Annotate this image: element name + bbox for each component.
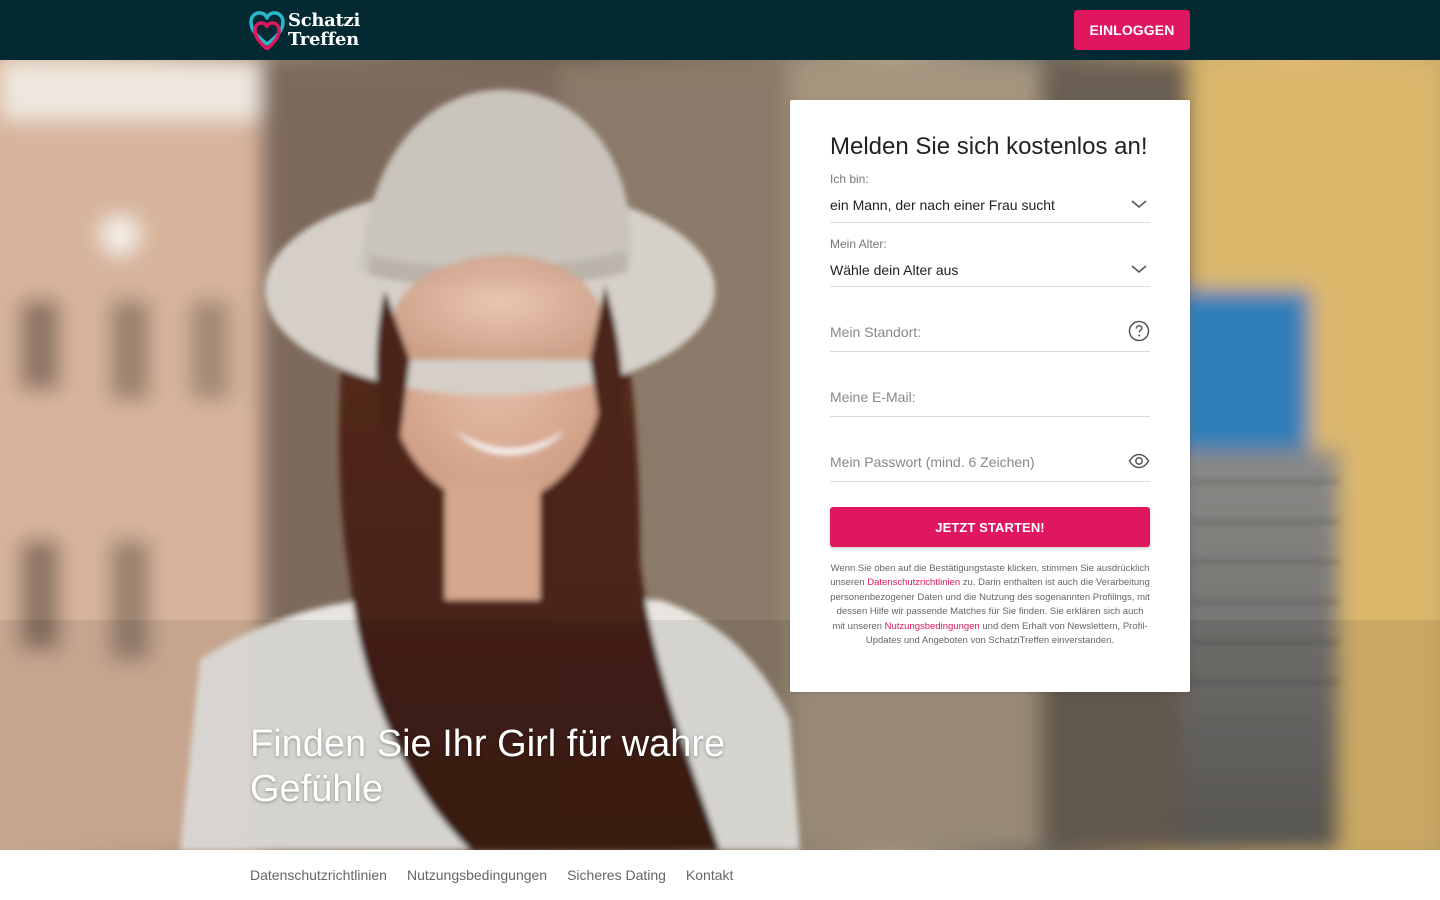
location-field[interactable]: Mein Standort: xyxy=(830,310,1150,352)
hero-section: Finden Sie Ihr Girl für wahre Gefühle xyxy=(0,60,1440,850)
password-field[interactable]: Mein Passwort (mind. 6 Zeichen) xyxy=(830,440,1150,482)
logo-line-1: Schatzi xyxy=(288,10,360,31)
footer: Datenschutzrichtlinien Nutzungsbedingung… xyxy=(0,850,1440,900)
gender-select[interactable]: Ich bin: ein Mann, der nach einer Frau s… xyxy=(830,172,1150,223)
age-value: Wähle dein Alter aus xyxy=(830,262,959,278)
registration-form: Melden Sie sich kostenlos an! Ich bin: e… xyxy=(790,100,1190,692)
footer-link-safe-dating[interactable]: Sicheres Dating xyxy=(567,867,666,883)
footer-link-terms[interactable]: Nutzungsbedingungen xyxy=(407,867,547,883)
question-circle-icon[interactable] xyxy=(1128,320,1150,342)
eye-icon[interactable] xyxy=(1128,450,1150,472)
logo-text: Schatzi Treffen xyxy=(288,11,360,49)
chevron-down-icon xyxy=(1131,200,1147,209)
email-field[interactable]: Meine E-Mail: xyxy=(830,375,1150,417)
password-placeholder: Mein Passwort (mind. 6 Zeichen) xyxy=(830,454,1035,470)
login-button[interactable]: EINLOGGEN xyxy=(1074,10,1190,50)
terms-link[interactable]: Nutzungsbedingungen xyxy=(885,621,980,632)
privacy-link[interactable]: Datenschutzrichtlinien xyxy=(867,577,960,588)
form-title: Melden Sie sich kostenlos an! xyxy=(830,133,1148,160)
footer-links: Datenschutzrichtlinien Nutzungsbedingung… xyxy=(250,867,733,883)
legal-notice: Wenn Sie oben auf die Bestätigungstaste … xyxy=(830,562,1150,648)
age-label: Mein Alter: xyxy=(830,237,887,251)
start-button[interactable]: JETZT STARTEN! xyxy=(830,507,1150,547)
heart-logo-icon xyxy=(249,11,285,50)
gender-value: ein Mann, der nach einer Frau sucht xyxy=(830,197,1055,213)
top-header: Schatzi Treffen EINLOGGEN xyxy=(0,0,1440,60)
hero-headline: Finden Sie Ihr Girl für wahre Gefühle xyxy=(250,723,726,810)
email-placeholder: Meine E-Mail: xyxy=(830,389,916,405)
age-select[interactable]: Mein Alter: Wähle dein Alter aus xyxy=(830,237,1150,287)
gender-label: Ich bin: xyxy=(830,172,869,186)
chevron-down-icon xyxy=(1131,265,1147,274)
footer-link-privacy[interactable]: Datenschutzrichtlinien xyxy=(250,867,387,883)
site-logo[interactable]: Schatzi Treffen xyxy=(249,9,360,51)
location-placeholder: Mein Standort: xyxy=(830,324,922,340)
footer-link-contact[interactable]: Kontakt xyxy=(686,867,733,883)
logo-line-2: Treffen xyxy=(288,29,359,50)
